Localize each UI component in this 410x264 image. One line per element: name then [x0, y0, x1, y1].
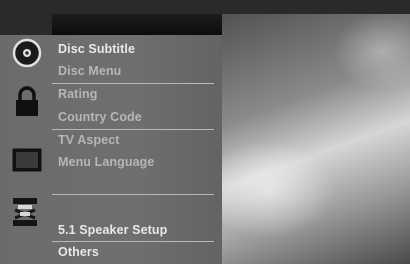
menu-item-menu-language[interactable]: Menu Language	[58, 153, 154, 171]
menu-title-bar	[52, 14, 222, 35]
speaker-icon[interactable]	[10, 196, 40, 228]
disc-icon[interactable]	[12, 38, 42, 68]
menu-item-tv-aspect[interactable]: TV Aspect	[58, 131, 120, 149]
menu-item-rating[interactable]: Rating	[58, 85, 98, 103]
menu-item-others[interactable]: Others	[58, 243, 99, 261]
video-display-area	[222, 14, 410, 264]
menu-divider	[52, 129, 214, 130]
menu-item-speaker-setup[interactable]: 5.1 Speaker Setup	[58, 221, 167, 239]
menu-divider	[52, 83, 214, 84]
menu-item-disc-subtitle[interactable]: Disc Subtitle	[58, 40, 135, 58]
menu-divider	[52, 241, 214, 242]
tv-screen-icon[interactable]	[12, 148, 42, 172]
lock-icon[interactable]	[12, 86, 42, 118]
menu-divider	[52, 194, 214, 195]
osd-screen: Disc Subtitle Disc Menu Rating Country C…	[0, 0, 410, 264]
menu-item-disc-menu[interactable]: Disc Menu	[58, 62, 121, 80]
menu-item-country-code[interactable]: Country Code	[58, 108, 142, 126]
